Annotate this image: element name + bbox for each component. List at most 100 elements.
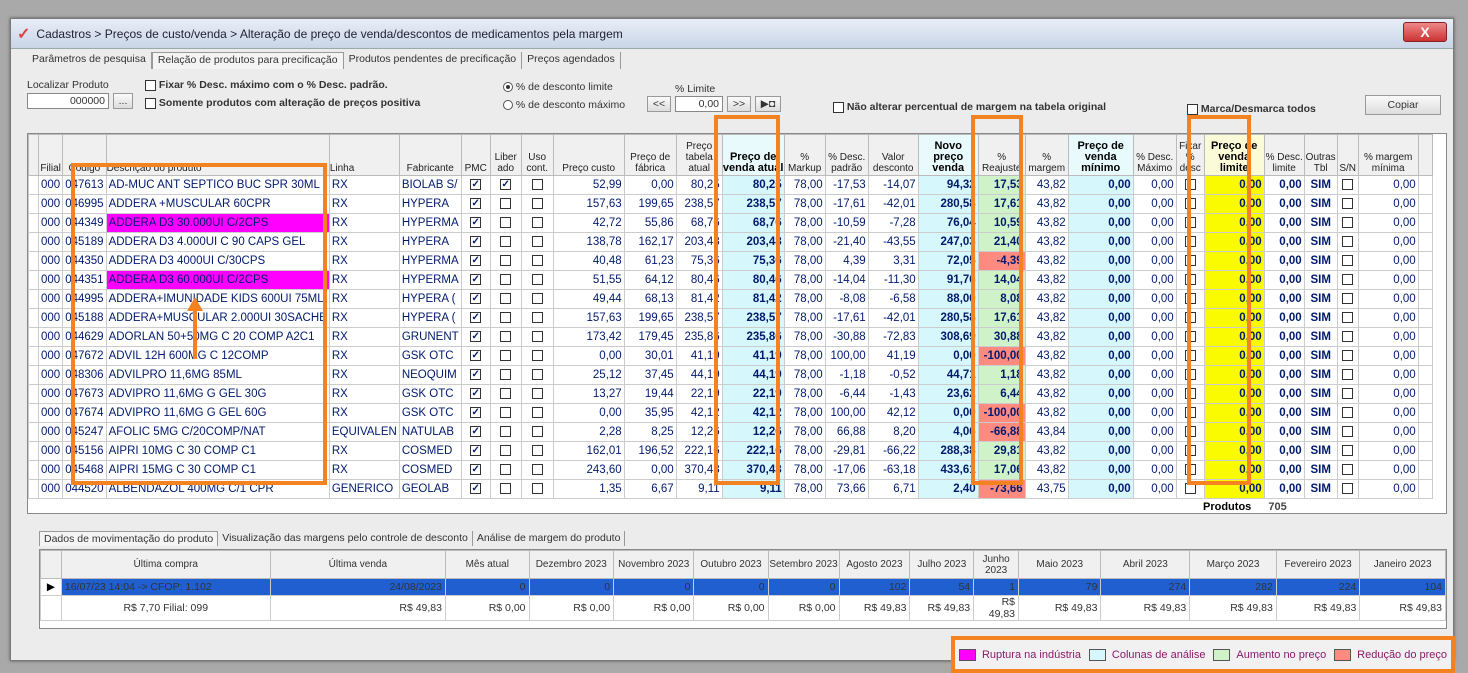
liberado-checkbox[interactable]: [500, 312, 512, 324]
col-preco-tabela[interactable]: Preço tabela atual: [675, 134, 723, 176]
movement-col-header[interactable]: Última compra: [60, 550, 271, 579]
cell-preco-venda-atual[interactable]: 238,57: [721, 308, 785, 328]
fixar-desc-checkbox[interactable]: [1184, 293, 1196, 305]
fixar-desc-checkbox[interactable]: [1184, 445, 1196, 457]
movement-col-header[interactable]: Setembro 2023: [767, 550, 840, 579]
uso-cont-checkbox[interactable]: [531, 293, 543, 305]
uso-cont-checkbox[interactable]: [531, 179, 543, 191]
only-positive-checkbox[interactable]: [145, 97, 156, 109]
cell-preco-limite[interactable]: 0,00: [1203, 460, 1265, 480]
liberado-checkbox[interactable]: [500, 388, 512, 400]
fixar-desc-checkbox[interactable]: [1184, 274, 1196, 286]
cell-novo-preco[interactable]: 0,00: [917, 346, 979, 366]
table-row[interactable]: 000 047672 ADVIL 12H 600MG C 12COMP RX GSK O…: [28, 346, 1433, 366]
movement-col-header[interactable]: Dezembro 2023: [528, 550, 615, 579]
tab-analise-margem[interactable]: Análise de margem do produto: [473, 531, 626, 546]
no-change-margin-checkbox[interactable]: [833, 101, 844, 113]
cell-preco-minimo[interactable]: 0,00: [1067, 270, 1134, 290]
table-row[interactable]: 000 046995 ADDERA +MUSCULAR 60CPR RX HYPERA ✓…: [28, 194, 1433, 214]
pmc-checkbox[interactable]: ✓: [470, 255, 482, 267]
liberado-checkbox[interactable]: [500, 483, 512, 495]
liberado-checkbox[interactable]: [500, 445, 512, 457]
table-row[interactable]: 000 047673 ADVIPRO 11,6MG G GEL 30G RX GSK O…: [28, 384, 1433, 404]
liberado-checkbox[interactable]: [500, 407, 512, 419]
uso-cont-checkbox[interactable]: [531, 369, 543, 381]
uso-cont-checkbox[interactable]: [531, 198, 543, 210]
cell-preco-limite[interactable]: 0,00: [1203, 346, 1265, 366]
table-row[interactable]: 000 044629 ADORLAN 50+50MG C 20 COMP A2C1 R…: [28, 327, 1433, 347]
fixar-desc-checkbox[interactable]: [1184, 179, 1196, 191]
cell-novo-preco[interactable]: 88,00: [917, 289, 979, 309]
cell-preco-minimo[interactable]: 0,00: [1067, 403, 1134, 423]
table-row[interactable]: 000 047674 ADVIPRO 11,6MG G GEL 60G RX GSK O…: [28, 403, 1433, 423]
liberado-checkbox[interactable]: [500, 255, 512, 267]
col-liberado[interactable]: Liber ado: [489, 134, 522, 176]
pmc-checkbox[interactable]: ✓: [470, 369, 482, 381]
fixar-desc-checkbox[interactable]: [1184, 236, 1196, 248]
uso-cont-checkbox[interactable]: [531, 350, 543, 362]
cell-preco-limite[interactable]: 0,00: [1203, 365, 1265, 385]
sn-checkbox[interactable]: [1342, 483, 1354, 495]
cell-preco-minimo[interactable]: 0,00: [1067, 213, 1134, 233]
limit-input[interactable]: 0,00: [675, 96, 723, 112]
end-button[interactable]: ▶◘: [755, 96, 781, 112]
tab-movimentacao[interactable]: Dados de movimentação do produto: [39, 531, 219, 546]
cell-preco-limite[interactable]: 0,00: [1203, 403, 1265, 423]
sn-checkbox[interactable]: [1342, 350, 1354, 362]
cell-preco-minimo[interactable]: 0,00: [1067, 232, 1134, 252]
cell-preco-minimo[interactable]: 0,00: [1067, 460, 1134, 480]
col-preco-custo[interactable]: Preço custo: [552, 134, 625, 176]
cell-preco-minimo[interactable]: 0,00: [1067, 289, 1134, 309]
cell-preco-venda-atual[interactable]: 80,46: [721, 270, 785, 290]
fixar-desc-checkbox[interactable]: [1184, 407, 1196, 419]
col-sn[interactable]: S/N: [1336, 134, 1359, 176]
table-row[interactable]: 000 048306 ADVILPRO 11,6MG 85ML RX NEOQUIM ✓ 2…: [28, 365, 1433, 385]
next-button[interactable]: >>: [727, 96, 751, 112]
uso-cont-checkbox[interactable]: [531, 312, 543, 324]
movement-col-header[interactable]: Maio 2023: [1018, 550, 1102, 579]
cell-preco-minimo[interactable]: 0,00: [1067, 346, 1134, 366]
col-margem[interactable]: % margem: [1024, 134, 1069, 176]
col-margem-minima[interactable]: % margem mínima: [1357, 134, 1419, 176]
fixar-desc-checkbox[interactable]: [1184, 483, 1196, 495]
pmc-checkbox[interactable]: ✓: [470, 217, 482, 229]
cell-preco-venda-atual[interactable]: 68,76: [721, 213, 785, 233]
col-desc-limite[interactable]: % Desc. limite: [1263, 134, 1305, 176]
table-row[interactable]: 000 045188 ADDERA+MUSCULAR 2.000UI 30SACHE…: [28, 308, 1433, 328]
cell-novo-preco[interactable]: 91,76: [917, 270, 979, 290]
fixar-desc-checkbox[interactable]: [1184, 217, 1196, 229]
table-row[interactable]: 000 044351 ADDERA D3 60.000UI C/2CPS RX HYPE…: [28, 270, 1433, 290]
sn-checkbox[interactable]: [1342, 312, 1354, 324]
pmc-checkbox[interactable]: ✓: [470, 407, 482, 419]
close-button[interactable]: X: [1403, 22, 1447, 42]
movement-col-header[interactable]: Março 2023: [1189, 550, 1277, 579]
cell-preco-venda-atual[interactable]: 81,42: [721, 289, 785, 309]
table-row[interactable]: 000 044350 ADDERA D3 4000UI C/30CPS RX HYPER…: [28, 251, 1433, 271]
pmc-checkbox[interactable]: ✓: [470, 388, 482, 400]
cell-preco-minimo[interactable]: 0,00: [1067, 194, 1134, 214]
cell-preco-limite[interactable]: 0,00: [1203, 194, 1265, 214]
uso-cont-checkbox[interactable]: [531, 388, 543, 400]
sn-checkbox[interactable]: [1342, 179, 1354, 191]
col-fabricante[interactable]: Fabricante: [398, 134, 462, 176]
prev-button[interactable]: <<: [647, 96, 671, 112]
table-row[interactable]: 000 044520 ALBENDAZOL 400MG C/1 CPR GENERIC…: [28, 479, 1433, 499]
cell-preco-limite[interactable]: 0,00: [1203, 213, 1265, 233]
fixar-desc-checkbox[interactable]: [1184, 198, 1196, 210]
cell-novo-preco[interactable]: 4,06: [917, 422, 979, 442]
pmc-checkbox[interactable]: ✓: [470, 483, 482, 495]
liberado-checkbox[interactable]: [500, 217, 512, 229]
pmc-checkbox[interactable]: ✓: [470, 293, 482, 305]
fixar-desc-checkbox[interactable]: [1184, 369, 1196, 381]
cell-novo-preco[interactable]: 44,71: [917, 365, 979, 385]
col-desc-padrao[interactable]: % Desc. padrão: [824, 134, 869, 176]
col-uso-cont[interactable]: Uso cont.: [520, 134, 554, 176]
movement-col-header[interactable]: Última venda: [269, 550, 447, 579]
cell-novo-preco[interactable]: 288,38: [917, 441, 979, 461]
cell-novo-preco[interactable]: 72,05: [917, 251, 979, 271]
pmc-checkbox[interactable]: ✓: [470, 236, 482, 248]
cell-preco-limite[interactable]: 0,00: [1203, 384, 1265, 404]
radio-desc-maximo[interactable]: [503, 100, 513, 111]
cell-preco-limite[interactable]: 0,00: [1203, 327, 1265, 347]
fixar-desc-checkbox[interactable]: [1184, 331, 1196, 343]
